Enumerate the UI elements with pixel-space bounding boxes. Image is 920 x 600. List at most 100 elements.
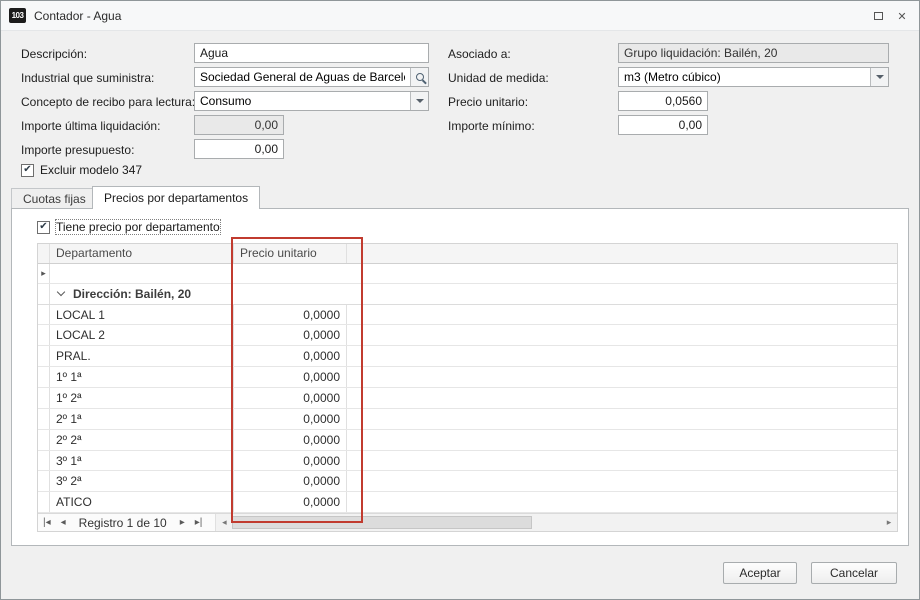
importe-presupuesto-input[interactable] (194, 139, 284, 159)
industrial-input[interactable] (195, 68, 410, 86)
table-row: 2º 2ª 0,0000 (38, 430, 897, 451)
scroll-right-icon[interactable]: ▸ (881, 517, 897, 528)
group-label: Dirección: Bailén, 20 (73, 287, 191, 301)
departamento-cell[interactable]: LOCAL 1 (50, 305, 234, 325)
nav-prev-button[interactable]: ◂ (56, 517, 71, 528)
industrial-lookup-button[interactable] (410, 68, 428, 86)
aceptar-button[interactable]: Aceptar (723, 562, 797, 584)
tab-precios-departamentos[interactable]: Precios por departamentos (92, 186, 260, 209)
row-filler (347, 451, 897, 471)
nav-first-button[interactable]: |◂ (38, 517, 56, 528)
table-row: PRAL. 0,0000 (38, 346, 897, 367)
row-filler (347, 409, 897, 429)
horizontal-scrollbar[interactable]: ◂ ▸ (215, 514, 897, 531)
row-filler (347, 471, 897, 491)
concepto-input[interactable] (195, 92, 410, 110)
indicator-header-cell (38, 244, 50, 263)
scrollbar-track[interactable] (232, 514, 881, 531)
departamento-cell[interactable]: 3º 1ª (50, 451, 234, 471)
row-filler (347, 367, 897, 387)
scroll-left-icon[interactable]: ◂ (216, 517, 232, 528)
unidad-input[interactable] (619, 68, 870, 86)
row-filler (50, 264, 897, 283)
close-icon: ✕ (897, 10, 906, 23)
checkbox-box[interactable]: ✔ (21, 164, 34, 177)
asociado-input (618, 43, 889, 63)
cancelar-button[interactable]: Cancelar (811, 562, 897, 584)
departamento-cell[interactable]: ATICO (50, 492, 234, 512)
tiene-precio-checkbox[interactable]: ✔ Tiene precio por departamento (37, 220, 220, 234)
check-icon: ✔ (39, 222, 47, 232)
industrial-label: Industrial que suministra: (21, 71, 154, 85)
row-indicator-cell (38, 430, 50, 450)
precio-unitario-input[interactable] (618, 91, 708, 111)
row-indicator-cell (38, 409, 50, 429)
check-icon: ✔ (23, 165, 31, 175)
precio-cell[interactable]: 0,0000 (234, 388, 347, 408)
precio-cell[interactable]: 0,0000 (234, 471, 347, 491)
precio-cell[interactable]: 0,0000 (234, 492, 347, 512)
row-indicator-cell (38, 325, 50, 345)
row-indicator-cell (38, 346, 50, 366)
table-row: 3º 2ª 0,0000 (38, 471, 897, 492)
checkbox-box[interactable]: ✔ (37, 221, 50, 234)
row-filler (347, 325, 897, 345)
column-header-precio-unitario[interactable]: Precio unitario (234, 244, 347, 263)
group-row[interactable]: Dirección: Bailén, 20 (38, 284, 897, 305)
row-filler (347, 346, 897, 366)
table-row: LOCAL 2 0,0000 (38, 325, 897, 346)
row-filler (347, 492, 897, 512)
group-cell[interactable]: Dirección: Bailén, 20 (50, 284, 897, 304)
nav-next-button[interactable]: ▸ (175, 517, 190, 528)
scrollbar-thumb[interactable] (232, 516, 532, 529)
departamento-cell[interactable]: PRAL. (50, 346, 234, 366)
departamento-cell[interactable]: LOCAL 2 (50, 325, 234, 345)
tab-cuotas-fijas[interactable]: Cuotas fijas (11, 188, 98, 209)
app-icon: 103 (9, 8, 26, 23)
importe-presupuesto-label: Importe presupuesto: (21, 143, 134, 157)
descripcion-input[interactable] (194, 43, 429, 63)
unidad-label: Unidad de medida: (448, 71, 549, 85)
row-indicator-cell (38, 388, 50, 408)
nav-last-button[interactable]: ▸| (190, 517, 208, 528)
departamento-cell[interactable]: 2º 1ª (50, 409, 234, 429)
importe-ultima-label: Importe última liquidación: (21, 119, 160, 133)
asociado-label: Asociado a: (448, 47, 511, 61)
precio-cell[interactable]: 0,0000 (234, 305, 347, 325)
row-indicator-cell (38, 284, 50, 304)
concepto-dropdown-button[interactable] (410, 92, 428, 110)
row-indicator-cell (38, 305, 50, 325)
excluir-347-checkbox[interactable]: ✔ Excluir modelo 347 (21, 163, 142, 177)
precio-cell[interactable]: 0,0000 (234, 346, 347, 366)
unidad-dropdown-button[interactable] (870, 68, 888, 86)
table-row: 1º 2ª 0,0000 (38, 388, 897, 409)
row-filler (347, 388, 897, 408)
restore-button[interactable] (867, 6, 889, 26)
title-bar[interactable]: 103 Contador - Agua ✕ (1, 1, 919, 31)
record-status: Registro 1 de 10 (71, 516, 175, 530)
chevron-down-icon (57, 287, 65, 295)
close-button[interactable]: ✕ (891, 6, 913, 26)
precio-cell[interactable]: 0,0000 (234, 451, 347, 471)
row-indicator-cell (38, 451, 50, 471)
column-header-departamento[interactable]: Departamento (50, 244, 234, 263)
departamento-cell[interactable]: 2º 2ª (50, 430, 234, 450)
chevron-down-icon (876, 75, 884, 79)
row-indicator-cell (38, 492, 50, 512)
departamento-cell[interactable]: 1º 2ª (50, 388, 234, 408)
table-row: 1º 1ª 0,0000 (38, 367, 897, 388)
precio-cell[interactable]: 0,0000 (234, 409, 347, 429)
precio-cell[interactable]: 0,0000 (234, 367, 347, 387)
importe-minimo-input[interactable] (618, 115, 708, 135)
tiene-precio-label: Tiene precio por departamento (56, 220, 220, 234)
departamento-cell[interactable]: 1º 1ª (50, 367, 234, 387)
departments-grid: Departamento Precio unitario ▸ Dirección… (37, 243, 898, 532)
importe-minimo-label: Importe mínimo: (448, 119, 535, 133)
empty-row: ▸ (38, 264, 897, 284)
window-title: Contador - Agua (34, 9, 121, 23)
precio-cell[interactable]: 0,0000 (234, 325, 347, 345)
precio-cell[interactable]: 0,0000 (234, 430, 347, 450)
row-indicator-cell (38, 471, 50, 491)
departamento-cell[interactable]: 3º 2ª (50, 471, 234, 491)
row-filler (347, 430, 897, 450)
